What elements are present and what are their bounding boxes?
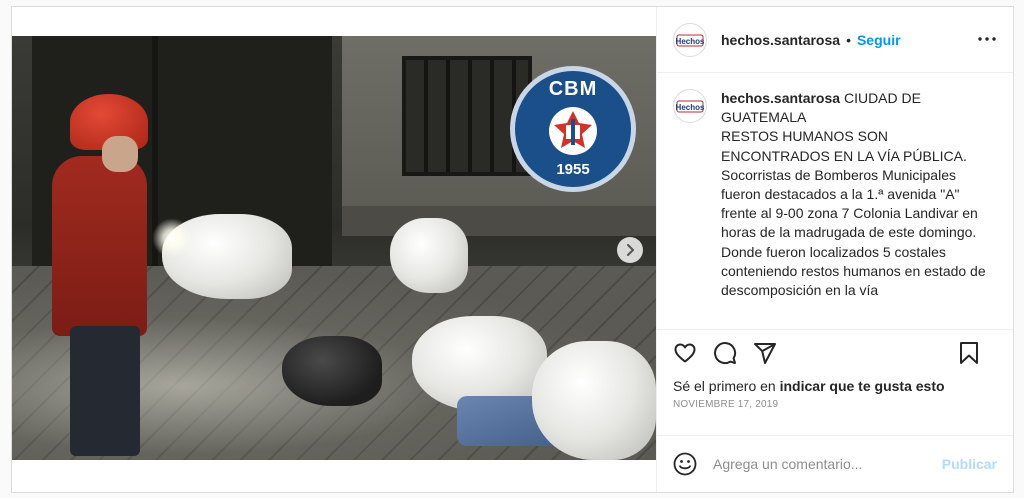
comment-input[interactable] xyxy=(713,456,942,472)
follow-button[interactable]: Seguir xyxy=(857,32,901,48)
action-bar xyxy=(657,329,1013,375)
likes-line: Sé el primero en indicar que te gusta es… xyxy=(657,375,1013,397)
caption-username-link[interactable]: hechos.santarosa xyxy=(721,90,840,106)
caption-area: Hechos hechos.santarosa CIUDAD DE GUATEM… xyxy=(657,73,1013,329)
more-options-icon xyxy=(978,37,996,41)
save-button[interactable] xyxy=(957,341,981,365)
avatar[interactable]: Hechos xyxy=(673,22,707,57)
profile-logo-icon: Hechos xyxy=(676,34,704,46)
post-date[interactable]: NOVIEMBRE 17, 2019 xyxy=(657,397,1013,415)
instagram-post: CBM 1955 Hechos hechos.santarosa • Segui… xyxy=(11,6,1014,493)
comment-button[interactable] xyxy=(713,341,737,365)
likes-prefix: Sé el primero en xyxy=(673,378,780,394)
emoji-button[interactable] xyxy=(673,452,697,476)
caption-body: CIUDAD DE GUATEMALA RESTOS HUMANOS SON E… xyxy=(721,90,986,299)
caption-avatar[interactable]: Hechos xyxy=(673,89,707,123)
like-button[interactable] xyxy=(673,341,697,365)
bookmark-icon xyxy=(960,342,978,364)
share-button[interactable] xyxy=(753,341,777,365)
profile-logo-icon: Hechos xyxy=(676,100,704,113)
publish-button[interactable]: Publicar xyxy=(942,456,997,472)
svg-text:Hechos: Hechos xyxy=(676,37,704,46)
post-sidebar: Hechos hechos.santarosa • Seguir Hechos … xyxy=(656,7,1013,492)
svg-text:Hechos: Hechos xyxy=(676,103,704,112)
username-link[interactable]: hechos.santarosa xyxy=(721,32,840,48)
post-photo[interactable]: CBM 1955 xyxy=(12,36,656,460)
comment-box: Publicar xyxy=(657,435,1013,492)
caption-text: hechos.santarosa CIUDAD DE GUATEMALA RES… xyxy=(721,89,997,329)
separator-dot: • xyxy=(846,31,851,48)
more-options-button[interactable] xyxy=(975,29,999,49)
fire-department-emblem-icon xyxy=(544,105,602,157)
chevron-right-icon xyxy=(627,244,634,256)
next-image-button[interactable] xyxy=(617,237,643,263)
post-media: CBM 1955 xyxy=(12,7,656,492)
post-header: Hechos hechos.santarosa • Seguir xyxy=(657,7,1013,73)
like-this-link[interactable]: indicar que te gusta esto xyxy=(780,378,945,394)
cbm-logo: CBM 1955 xyxy=(510,66,636,192)
emoji-icon xyxy=(673,452,697,476)
share-icon xyxy=(754,342,776,364)
comment-icon xyxy=(714,341,737,364)
heart-icon xyxy=(674,343,696,362)
